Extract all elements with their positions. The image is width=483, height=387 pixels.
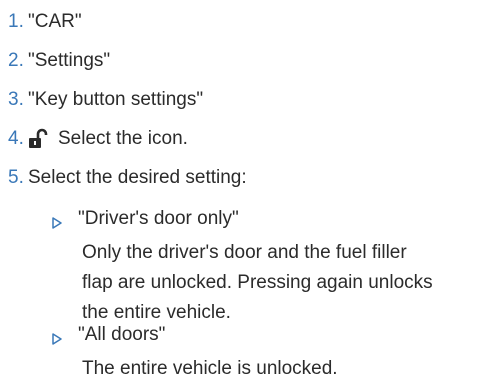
step-text: "CAR" bbox=[28, 11, 82, 32]
step-4: 4. Select the icon. bbox=[0, 125, 188, 153]
step-text: Select the desired setting: bbox=[28, 167, 247, 188]
step-number: 1. bbox=[8, 11, 24, 32]
option-description: The entire vehicle is unlocked. bbox=[82, 354, 338, 384]
step-5: 5. Select the desired setting: bbox=[0, 164, 247, 192]
step-2: 2. "Settings" bbox=[0, 47, 110, 75]
step-number: 4. bbox=[8, 128, 24, 149]
step-text: "Key button settings" bbox=[28, 89, 204, 110]
option-all-doors: "All doors" bbox=[52, 321, 165, 349]
step-text: "Settings" bbox=[28, 50, 111, 71]
option-label: "Driver's door only" bbox=[78, 208, 239, 229]
triangle-bullet-icon bbox=[52, 329, 62, 345]
description-line: The entire vehicle is unlocked. bbox=[82, 358, 338, 379]
option-label: "All doors" bbox=[78, 324, 166, 345]
unlock-icon bbox=[28, 128, 50, 150]
triangle-bullet-icon bbox=[52, 213, 62, 229]
step-1: 1. "CAR" bbox=[0, 8, 82, 36]
description-line: flap are unlocked. Pressing again unlock… bbox=[82, 272, 433, 293]
option-description: Only the driver's door and the fuel fill… bbox=[82, 238, 433, 328]
description-line: Only the driver's door and the fuel fill… bbox=[82, 242, 407, 263]
step-text: Select the icon. bbox=[58, 128, 188, 149]
option-drivers-door-only: "Driver's door only" bbox=[52, 205, 239, 233]
step-number: 3. bbox=[8, 89, 24, 110]
step-number: 2. bbox=[8, 50, 24, 71]
step-3: 3. "Key button settings" bbox=[0, 86, 203, 114]
step-number: 5. bbox=[8, 167, 24, 188]
